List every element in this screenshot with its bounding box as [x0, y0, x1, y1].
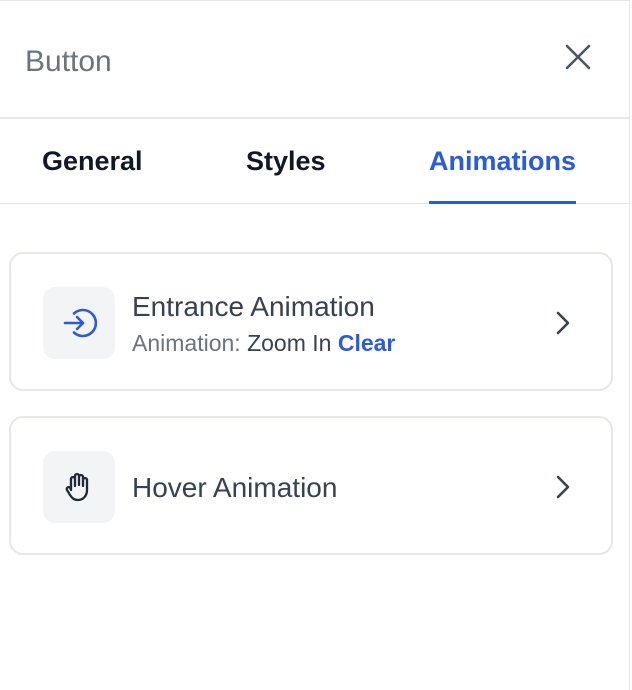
tab-animations[interactable]: Animations	[429, 119, 577, 204]
close-icon	[565, 44, 591, 70]
entrance-icon-box	[43, 287, 115, 359]
animation-value: Zoom In	[247, 330, 332, 356]
animation-label: Animation:	[132, 330, 241, 356]
entrance-animation-title: Entrance Animation	[132, 291, 375, 322]
hover-animation-card[interactable]: Hover Animation	[9, 416, 613, 555]
panel-header: Button	[0, 1, 629, 119]
button-settings-panel: Button General Styles Animations Entranc…	[0, 0, 630, 690]
hand-icon	[65, 472, 89, 502]
chevron-right-icon	[556, 475, 570, 499]
hover-animation-title: Hover Animation	[132, 472, 338, 503]
tab-general[interactable]: General	[42, 119, 143, 204]
tab-styles[interactable]: Styles	[246, 119, 326, 204]
hover-icon-box	[43, 451, 115, 523]
entrance-animation-value: Animation: Zoom In Clear	[132, 330, 395, 357]
tab-bar: General Styles Animations	[0, 119, 629, 204]
entrance-animation-card[interactable]: Entrance Animation Animation: Zoom In Cl…	[9, 252, 613, 391]
enter-arrow-icon	[63, 308, 97, 338]
panel-title: Button	[25, 45, 112, 78]
clear-animation-link[interactable]: Clear	[338, 330, 396, 356]
close-button[interactable]	[562, 41, 594, 73]
chevron-right-icon	[556, 311, 570, 335]
